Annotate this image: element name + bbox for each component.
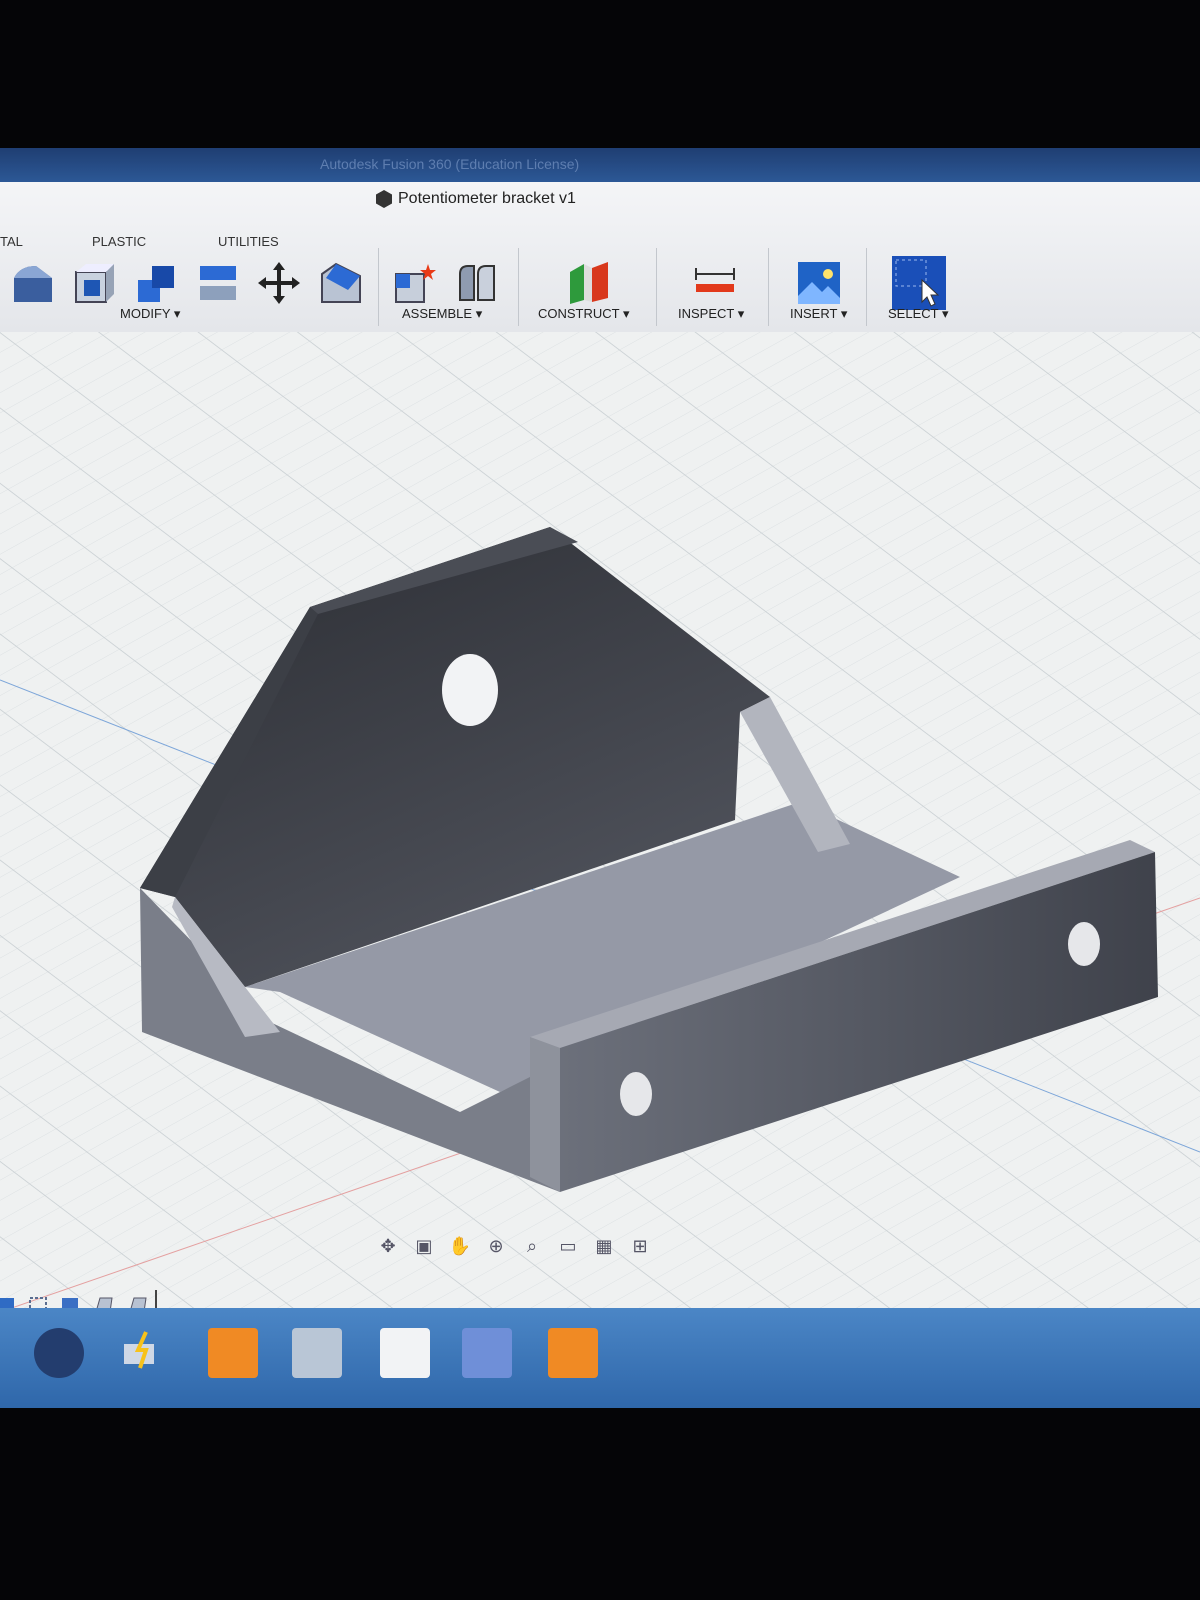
settings-icon[interactable]: [462, 1328, 512, 1378]
measure-icon[interactable]: [692, 260, 738, 306]
split-body-icon[interactable]: [196, 260, 242, 306]
zoom-icon[interactable]: ⊕: [482, 1236, 510, 1258]
document-title: Potentiometer bracket v1: [376, 190, 576, 208]
press-pull-icon[interactable]: [10, 260, 56, 306]
fusion-360-icon[interactable]: [208, 1328, 258, 1378]
screen: Autodesk Fusion 360 (Education License) …: [0, 148, 1200, 1408]
orbit-icon[interactable]: ✥: [374, 1236, 402, 1258]
toolbar-separator: [656, 248, 657, 326]
insert-group-label[interactable]: INSERT ▾: [790, 306, 847, 322]
chamfer-icon[interactable]: [318, 260, 364, 306]
shell-icon[interactable]: [72, 260, 118, 306]
fusion-360-icon[interactable]: [548, 1328, 598, 1378]
z-app-icon[interactable]: [292, 1328, 342, 1378]
combine-icon[interactable]: [134, 260, 180, 306]
tab-metal[interactable]: TAL: [0, 234, 23, 249]
insert-image-icon[interactable]: [796, 260, 842, 306]
toolbar-separator: [518, 248, 519, 326]
tab-plastic[interactable]: PLASTIC: [92, 234, 146, 249]
joint-icon[interactable]: [454, 260, 500, 306]
pan-icon[interactable]: ✋: [446, 1236, 474, 1258]
grid-icon[interactable]: ▦: [590, 1236, 618, 1258]
mount-hole: [1068, 922, 1100, 966]
toolbar-separator: [378, 248, 379, 326]
select-icon[interactable]: [892, 256, 946, 310]
mount-hole: [620, 1072, 652, 1116]
construct-plane-icon[interactable]: [566, 260, 612, 306]
tab-utilities[interactable]: UTILITIES: [218, 234, 279, 249]
look-at-icon[interactable]: ▣: [410, 1236, 438, 1258]
construct-group-label[interactable]: CONSTRUCT ▾: [538, 306, 630, 322]
move-icon[interactable]: [256, 260, 302, 306]
inspect-group-label[interactable]: INSPECT ▾: [678, 306, 744, 322]
document-title-text: Potentiometer bracket v1: [398, 190, 576, 207]
navigation-bar: ✥ ▣ ✋ ⊕ ⌕ ▭ ▦ ⊞: [374, 1236, 654, 1258]
window-title: Autodesk Fusion 360 (Education License): [320, 156, 580, 172]
toolbar-separator: [768, 248, 769, 326]
window-titlebar: Autodesk Fusion 360 (Education License): [0, 148, 1200, 182]
document-cube-icon: [376, 190, 392, 208]
windows-taskbar: [0, 1308, 1200, 1408]
mount-hole: [442, 654, 498, 726]
select-group-label[interactable]: SELECT ▾: [888, 306, 948, 322]
typora-icon[interactable]: [380, 1328, 430, 1378]
network-icon[interactable]: [118, 1328, 168, 1378]
display-settings-icon[interactable]: ▭: [554, 1236, 582, 1258]
new-component-icon[interactable]: [392, 260, 438, 306]
modify-group-label[interactable]: MODIFY ▾: [120, 306, 180, 322]
toolbar-separator: [866, 248, 867, 326]
assemble-group-label[interactable]: ASSEMBLE ▾: [402, 306, 482, 322]
media-player-icon[interactable]: [34, 1328, 84, 1378]
toolbar: Potentiometer bracket v1 TAL PLASTIC UTI…: [0, 182, 1200, 333]
fit-icon[interactable]: ⌕: [518, 1236, 546, 1258]
viewports-icon[interactable]: ⊞: [626, 1236, 654, 1258]
